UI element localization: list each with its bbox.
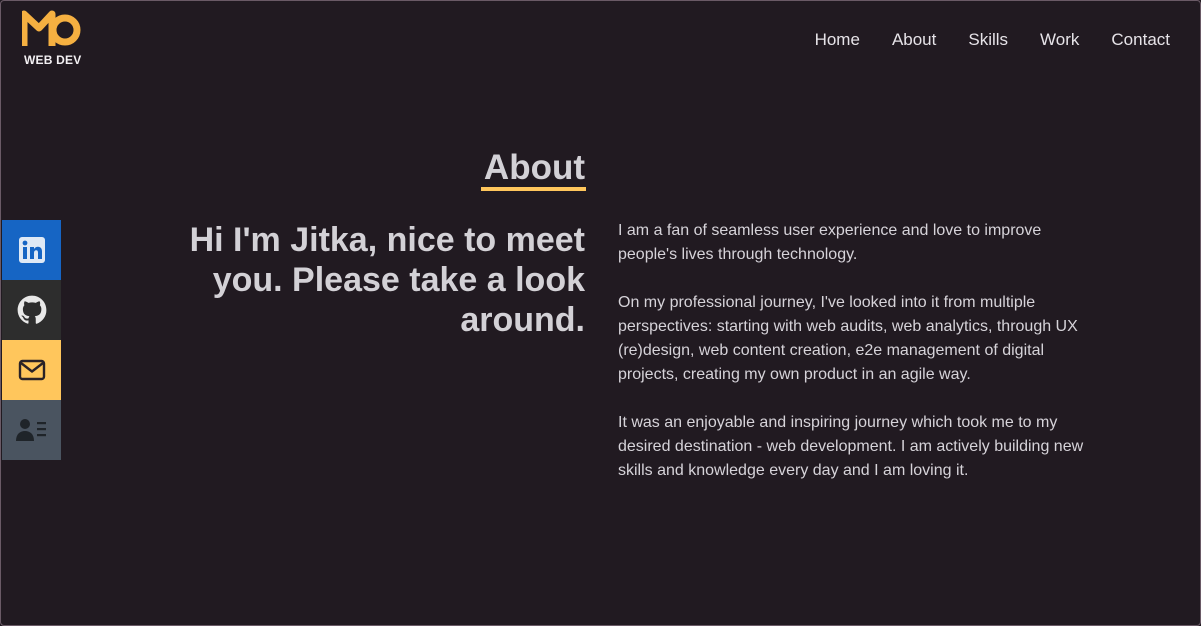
contact-card-icon <box>15 419 46 441</box>
main-nav: Home About Skills Work Contact <box>815 30 1170 50</box>
about-title-underline <box>481 187 586 191</box>
social-sidebar <box>2 220 61 460</box>
mail-icon <box>18 359 45 381</box>
resume-button[interactable] <box>2 400 61 460</box>
logo-mark-icon <box>22 10 81 46</box>
about-headline: Hi I'm Jitka, nice to meet you. Please t… <box>189 221 585 339</box>
nav-skills[interactable]: Skills <box>968 30 1008 50</box>
github-button[interactable] <box>2 280 61 340</box>
nav-contact[interactable]: Contact <box>1111 30 1170 50</box>
about-title: About <box>483 148 585 187</box>
github-icon <box>17 295 46 324</box>
logo[interactable]: WEB DEV <box>22 10 82 68</box>
bio-paragraph: It was an enjoyable and inspiring journe… <box>618 414 1084 479</box>
logo-text: WEB DEV <box>24 53 82 67</box>
about-bio: I am a fan of seamless user experience a… <box>618 219 1088 507</box>
nav-about[interactable]: About <box>892 30 936 50</box>
nav-home[interactable]: Home <box>815 30 860 50</box>
nav-work[interactable]: Work <box>1040 30 1079 50</box>
linkedin-icon <box>18 237 45 263</box>
bio-paragraph: I am a fan of seamless user experience a… <box>618 222 1042 263</box>
bio-paragraph: On my professional journey, I've looked … <box>618 294 1078 383</box>
email-button[interactable] <box>2 340 61 400</box>
linkedin-button[interactable] <box>2 220 61 280</box>
